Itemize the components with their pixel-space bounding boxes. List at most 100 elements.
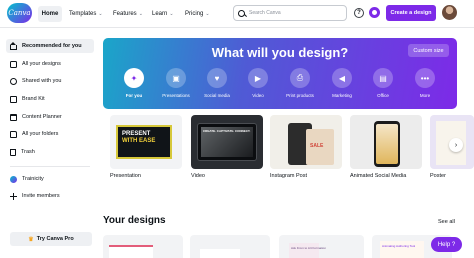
design-type-label: Animated Social Media: [350, 173, 407, 179]
search-icon: [238, 9, 245, 17]
category-marketing[interactable]: ◀ Marketing: [320, 68, 364, 98]
calendar-icon: [10, 113, 17, 121]
animated-social-thumbnail: [350, 115, 422, 169]
sidebar-item-label: All your designs: [22, 61, 61, 67]
sidebar-item-invite[interactable]: Invite members: [6, 189, 94, 203]
category-label: Office: [377, 93, 389, 98]
chevron-down-icon: ⌄: [98, 11, 103, 17]
sidebar-item-team[interactable]: Trainicity: [6, 172, 94, 186]
help-button[interactable]: Help ?: [431, 237, 462, 252]
category-presentations[interactable]: ▣ Presentations: [154, 68, 198, 98]
sidebar-item-trash[interactable]: Trash: [6, 145, 94, 159]
nav-learn-label: Learn: [152, 11, 168, 17]
create-design-button[interactable]: Create a design: [386, 5, 436, 21]
sidebar-item-all-designs[interactable]: All your designs: [6, 57, 94, 71]
phone-graphic: [374, 121, 400, 167]
custom-size-button[interactable]: Custom size: [408, 44, 449, 57]
search-box[interactable]: [233, 5, 347, 21]
nav-templates[interactable]: Templates ⌄: [69, 6, 103, 22]
top-bar: Canva Home Templates ⌄ Features ⌄ Learn ⌄ P…: [0, 0, 474, 28]
design-type-presentation[interactable]: PRESENT WITH EASE Presentation: [110, 115, 182, 179]
sidebar-item-label: Trainicity: [22, 176, 44, 182]
nav-home[interactable]: Home: [38, 6, 62, 22]
design-type-label: Instagram Post: [270, 173, 307, 179]
help-icon[interactable]: ?: [354, 8, 364, 18]
sale-text: SALE: [310, 143, 324, 149]
post-graphic: SALE: [306, 129, 334, 165]
brand-kit-icon: [10, 95, 17, 103]
chevron-down-icon: ⌄: [138, 11, 143, 17]
sidebar-divider: [10, 166, 90, 167]
category-office[interactable]: ▤ Office: [361, 68, 405, 98]
chevron-down-icon: ⌄: [205, 11, 210, 17]
crown-icon: ♛: [28, 236, 34, 243]
trash-icon: [10, 148, 16, 156]
print-icon: ⎙: [290, 68, 310, 88]
try-pro-button[interactable]: ♛ Try Canva Pro: [10, 232, 92, 246]
your-designs-title: Your designs: [103, 215, 166, 226]
design-type-carousel: PRESENT WITH EASE Presentation CREATE. CA…: [103, 115, 474, 185]
nav-features[interactable]: Features ⌄: [113, 6, 143, 22]
carousel-next-button[interactable]: ›: [449, 138, 463, 152]
team-icon: [10, 175, 17, 183]
video-thumbnail: CREATE. CAPTIVATE. CONNECT.: [191, 115, 263, 169]
gear-icon[interactable]: [369, 7, 380, 18]
search-input[interactable]: [249, 10, 344, 16]
sidebar-item-brand-kit[interactable]: Brand Kit: [6, 92, 94, 106]
design-type-instagram-post[interactable]: SALE Instagram Post: [270, 115, 342, 179]
sidebar-item-label: Trash: [21, 149, 35, 155]
canva-logo[interactable]: Canva: [7, 3, 32, 23]
thumb-line-1: PRESENT: [122, 131, 151, 137]
avatar[interactable]: [442, 5, 457, 20]
category-label: For you: [125, 93, 143, 98]
presentation-board: PRESENT WITH EASE: [116, 125, 172, 159]
design-preview: [109, 245, 153, 258]
design-preview: [200, 249, 240, 258]
category-for-you[interactable]: ✦ For you: [112, 68, 156, 98]
tablet-graphic: CREATE. CAPTIVATE. CONNECT.: [197, 123, 257, 161]
category-more[interactable]: ••• More: [403, 68, 447, 98]
design-card[interactable]: Ask From to Art Formation: [279, 235, 364, 258]
briefcase-icon: ▤: [373, 68, 393, 88]
category-print-products[interactable]: ⎙ Print products: [278, 68, 322, 98]
design-type-label: Presentation: [110, 173, 141, 179]
category-label: Presentations: [162, 93, 190, 98]
hero-title: What will you design?: [211, 45, 349, 60]
design-type-label: Poster: [430, 173, 446, 179]
sidebar-item-label: Brand Kit: [22, 96, 45, 102]
nav-home-label: Home: [41, 11, 59, 17]
category-video[interactable]: ▶ Video: [236, 68, 280, 98]
sidebar-item-shared[interactable]: Shared with you: [6, 74, 94, 88]
try-pro-label: Try Canva Pro: [36, 236, 74, 242]
megaphone-icon: ◀: [332, 68, 352, 88]
hero-banner: What will you design? Custom size ✦ For …: [103, 38, 457, 109]
phone-screen: [376, 124, 398, 164]
category-label: Marketing: [332, 93, 352, 98]
presentation-thumb-text: PRESENT WITH EASE: [122, 131, 155, 145]
category-label: Print products: [286, 93, 314, 98]
sidebar-item-folders[interactable]: All your folders: [6, 127, 94, 141]
sidebar-item-label: Invite members: [22, 193, 60, 199]
presentation-thumbnail: PRESENT WITH EASE: [110, 115, 182, 169]
sidebar-item-label: Shared with you: [22, 78, 62, 84]
category-social-media[interactable]: ♥ Social media: [195, 68, 239, 98]
design-card[interactable]: [103, 235, 183, 258]
chevron-right-icon: ›: [454, 141, 458, 149]
design-card[interactable]: [190, 235, 270, 258]
instagram-thumbnail: SALE: [270, 115, 342, 169]
design-type-label: Video: [191, 173, 205, 179]
plus-icon: [10, 192, 17, 200]
sidebar-item-content-planner[interactable]: Content Planner: [6, 110, 94, 124]
nav-templates-label: Templates: [69, 11, 97, 17]
design-type-animated-social[interactable]: Animated Social Media: [350, 115, 422, 179]
design-thumb-text: Animating Authoring Tool: [382, 244, 416, 248]
sidebar-item-recommended[interactable]: Recommended for you: [6, 39, 94, 53]
design-type-video[interactable]: CREATE. CAPTIVATE. CONNECT. Video: [191, 115, 263, 179]
house-icon: [10, 41, 17, 50]
sidebar-item-label: Recommended for you: [22, 43, 82, 49]
folder-icon: [10, 130, 17, 138]
design-thumb-text: Ask From to Art Formation: [291, 246, 327, 250]
nav-learn[interactable]: Learn ⌄: [152, 6, 174, 22]
nav-pricing[interactable]: Pricing ⌄: [185, 6, 210, 22]
see-all-link[interactable]: See all: [438, 219, 455, 225]
